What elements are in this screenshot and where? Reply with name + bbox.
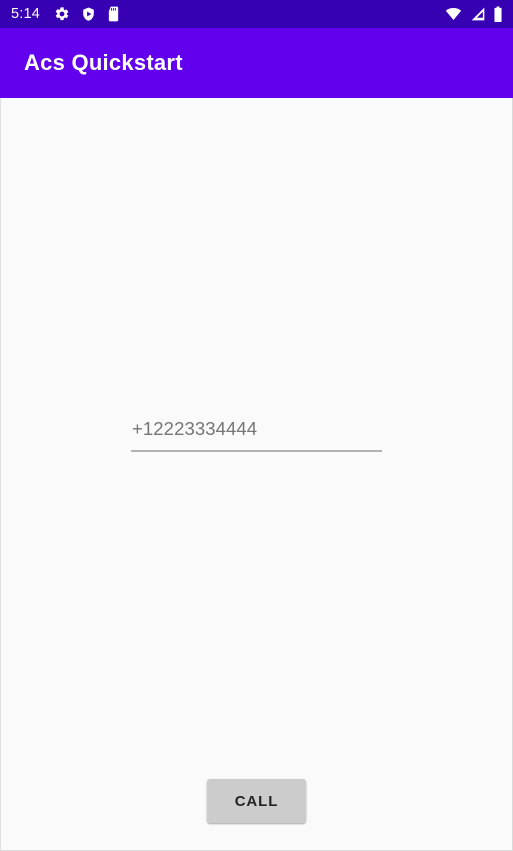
phone-number-input[interactable]: [131, 416, 382, 450]
status-bar-system-icons: [444, 5, 503, 23]
phone-number-underline: [131, 450, 382, 452]
status-bar-clock: 5:14: [11, 5, 41, 22]
sd-card-icon: [107, 6, 120, 22]
call-button[interactable]: CALL: [207, 779, 306, 823]
settings-gear-icon: [54, 6, 70, 22]
status-bar: 5:14: [0, 0, 513, 28]
app-bar-title: Acs Quickstart: [24, 50, 183, 75]
android-app-screen: 5:14 Acs Quickstart +12223334444 CALL: [0, 0, 513, 851]
phone-number-field[interactable]: [131, 416, 382, 452]
cellular-signal-icon: [470, 6, 486, 22]
wifi-icon: [444, 6, 463, 22]
play-protect-shield-icon: [81, 6, 96, 22]
status-bar-notification-icons: [54, 6, 120, 22]
main-content: CALL: [0, 98, 513, 851]
battery-icon: [493, 5, 503, 23]
app-bar: Acs Quickstart: [0, 28, 513, 98]
